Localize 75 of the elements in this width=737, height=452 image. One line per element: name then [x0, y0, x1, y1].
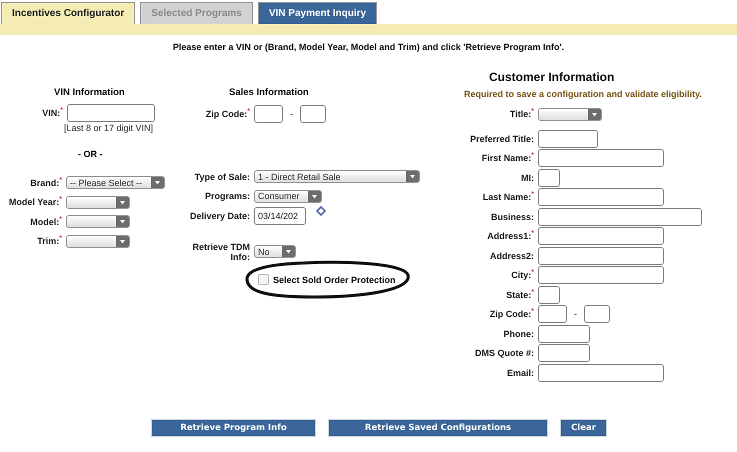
text-input[interactable]: [538, 286, 560, 304]
dropdown[interactable]: Consumer: [254, 190, 322, 203]
dropdown[interactable]: -- Please Select --: [66, 176, 165, 190]
dropdown[interactable]: [66, 215, 130, 228]
field-label: City:$^{*}$: [510, 270, 535, 280]
tab[interactable]: Incentives Configurator: [1, 2, 136, 24]
vin-input[interactable]: [67, 104, 155, 122]
field-label: Phone:: [502, 328, 535, 339]
calendar-icon[interactable]: [316, 206, 326, 216]
field-label: Brand:$^{*}$: [29, 178, 63, 188]
tab[interactable]: VIN Payment Inquiry: [258, 2, 378, 24]
text-input[interactable]: [538, 344, 590, 362]
hint-text: [Last 8 or 17 digit VIN]: [64, 123, 154, 133]
dropdown[interactable]: [66, 234, 130, 248]
dropdown[interactable]: No: [254, 245, 296, 258]
section-heading: Sales Information: [229, 87, 309, 98]
field-label: Retrieve TDM Info:: [191, 242, 251, 262]
field-label: Programs:: [204, 191, 251, 202]
field-label: Email:: [506, 368, 535, 378]
text-input[interactable]: [538, 324, 590, 343]
zip-input[interactable]: [584, 305, 610, 324]
action-button[interactable]: Retrieve Saved Configurations: [328, 419, 548, 437]
dash-text: -: [574, 309, 577, 320]
text-input[interactable]: [538, 227, 664, 246]
field-label: MI:: [520, 172, 535, 183]
caret-icon: [116, 196, 129, 208]
instruction-text: Please enter a VIN or (Brand, Model Year, Model and Trim) and click 'Retrieve Program Info'.: [172, 42, 566, 52]
text-input[interactable]: [538, 130, 598, 148]
text-input[interactable]: [538, 188, 664, 206]
zip-input[interactable]: [254, 105, 283, 123]
caret-icon: [308, 190, 321, 202]
text-input[interactable]: [538, 364, 664, 382]
field-label: Business:: [490, 212, 535, 222]
text-input[interactable]: [538, 168, 560, 187]
field-label: Model Year:$^{*}$: [8, 197, 63, 208]
text-input[interactable]: [538, 208, 702, 226]
field-label: Zip Code:$^{*}$: [488, 309, 535, 320]
caret-icon: [282, 246, 295, 258]
caret-icon: [151, 177, 164, 188]
field-label: Zip Code:$^{*}$: [204, 108, 251, 120]
checkbox[interactable]: [258, 274, 269, 286]
dropdown[interactable]: [538, 108, 602, 120]
zip-input[interactable]: [538, 305, 567, 324]
text-input[interactable]: [538, 149, 664, 168]
field-label: Model:$^{*}$: [29, 216, 63, 227]
or-separator: - OR -: [78, 149, 102, 159]
dropdown[interactable]: [66, 196, 130, 209]
field-label: Address1:$^{*}$: [486, 231, 535, 242]
section-heading: VIN Information: [54, 87, 125, 98]
field-label: Preferred Title:: [469, 134, 535, 144]
note-text: Required to save a configuration and validate eligibility.: [464, 89, 703, 99]
field-label: Title:$^{*}$: [508, 108, 535, 120]
text-input[interactable]: [538, 246, 664, 265]
field-label: State:$^{*}$: [505, 290, 535, 300]
field-label: DMS Quote #:: [474, 348, 535, 358]
field-label: Type of Sale:: [194, 172, 251, 182]
action-button[interactable]: Clear: [560, 419, 607, 437]
field-label: First Name:$^{*}$: [480, 153, 535, 164]
field-label: Trim:$^{*}$: [36, 236, 63, 246]
caret-icon: [116, 236, 129, 247]
dash-text: -: [290, 109, 293, 119]
field-label: Delivery Date:: [188, 210, 251, 221]
dropdown[interactable]: 1 - Direct Retail Sale: [254, 170, 420, 184]
section-heading: Customer Information: [489, 70, 614, 84]
text-input[interactable]: [538, 266, 664, 284]
field-label: Address2:: [488, 250, 535, 261]
date-input[interactable]: 03/14/202: [254, 206, 306, 225]
caret-icon: [588, 108, 601, 120]
caret-icon: [116, 216, 129, 228]
action-button[interactable]: Retrieve Program Info: [151, 419, 316, 437]
zip-input[interactable]: [300, 105, 326, 123]
field-label: Last Name:$^{*}$: [482, 192, 535, 202]
field-label: VIN:$^{*}$: [41, 108, 64, 118]
checkbox-label: Select Sold Order Protection: [273, 274, 396, 285]
caret-icon: [406, 171, 419, 182]
